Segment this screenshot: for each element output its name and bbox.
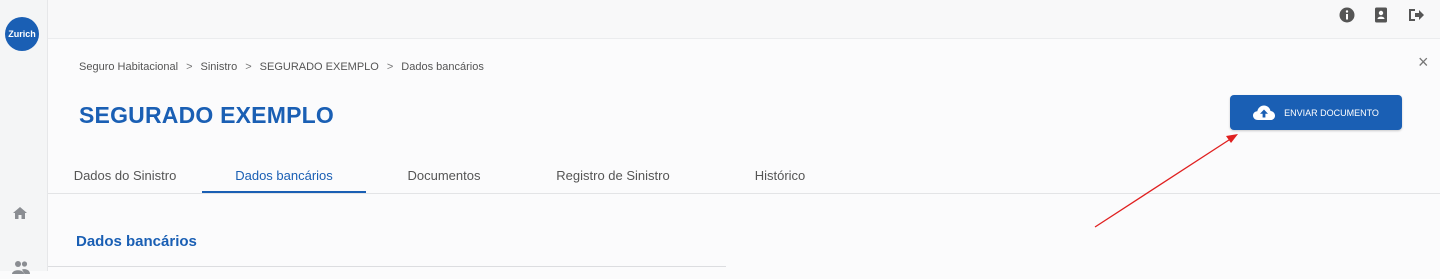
breadcrumb-current: Dados bancários [401,61,484,73]
cloud-upload-icon [1253,105,1276,120]
info-icon[interactable] [1339,7,1357,25]
close-icon[interactable]: × [1418,53,1429,71]
section-title: Dados bancários [76,233,197,250]
breadcrumb-separator: > [245,61,252,73]
tab-documentos[interactable]: Documentos [392,156,496,193]
breadcrumb: Seguro Habitacional > Sinistro > SEGURADO EX… [79,61,484,73]
annotation-arrow [1094,134,1238,228]
send-document-button[interactable]: ENVIAR DOCUMENTO [1230,95,1402,130]
tab-bar: Dados do Sinistro Dados bancários Docume… [48,156,1440,194]
page-title: SEGURADO EXEMPLO [79,102,334,128]
breadcrumb-item[interactable]: Sinistro [201,61,238,73]
breadcrumb-item[interactable]: Seguro Habitacional [79,61,178,73]
logout-icon[interactable] [1408,7,1426,25]
breadcrumb-separator: > [386,61,394,73]
tab-dados-do-sinistro[interactable]: Dados do Sinistro [62,156,188,193]
contact-book-icon[interactable] [1374,7,1392,25]
tab-historico[interactable]: Histórico [744,156,816,193]
users-icon[interactable] [12,260,30,276]
send-document-label: ENVIAR DOCUMENTO [1284,107,1379,118]
section-divider [48,266,726,267]
breadcrumb-item[interactable]: SEGURADO EXEMPLO [260,61,379,73]
breadcrumb-separator: > [186,61,193,73]
sidebar: Zurich [0,0,48,274]
top-bar [48,0,1440,39]
tab-dados-bancarios[interactable]: Dados bancários [202,156,366,193]
zurich-logo[interactable]: Zurich [5,17,39,51]
tab-registro-de-sinistro[interactable]: Registro de Sinistro [548,156,678,193]
home-icon[interactable] [12,206,30,222]
